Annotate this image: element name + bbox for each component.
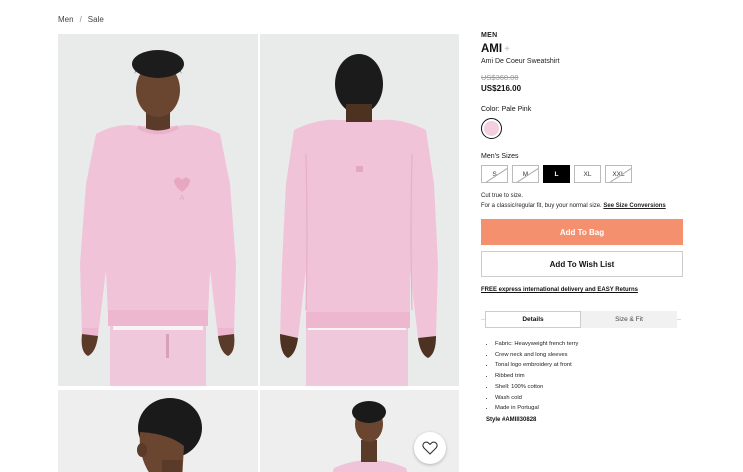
size-conversions-link[interactable]: See Size Conversions bbox=[603, 203, 665, 209]
tab-size-fit[interactable]: Size & Fit bbox=[581, 310, 677, 328]
product-category: MEN bbox=[481, 32, 498, 39]
product-brand[interactable]: AMI + bbox=[481, 43, 683, 55]
shipping-returns-link[interactable]: FREE express international delivery and … bbox=[481, 287, 683, 293]
brand-follow-plus[interactable]: + bbox=[504, 44, 510, 55]
product-tabs: Details Size & Fit bbox=[481, 310, 681, 328]
color-label: Color: Pale Pink bbox=[481, 106, 532, 113]
wishlist-heart-button[interactable] bbox=[414, 432, 446, 464]
list-item: Made in Portugal bbox=[495, 403, 683, 414]
sale-price: US$216.00 bbox=[481, 84, 522, 93]
size-option-xxl[interactable]: XXL bbox=[605, 165, 632, 183]
size-option-l[interactable]: L bbox=[543, 165, 570, 183]
product-image-side[interactable] bbox=[58, 390, 258, 472]
fit-note-line-1: Cut true to size. bbox=[481, 193, 524, 199]
details-list: Fabric: Heavyweight french terry Crew ne… bbox=[495, 339, 683, 414]
product-gallery: A bbox=[58, 34, 459, 472]
breadcrumb-sale[interactable]: Sale bbox=[88, 15, 104, 24]
svg-text:A: A bbox=[180, 195, 185, 202]
product-image-front[interactable]: A bbox=[58, 34, 258, 386]
add-to-bag-button[interactable]: Add To Bag bbox=[481, 219, 683, 245]
breadcrumb: Men / Sale bbox=[58, 15, 104, 24]
list-item: Crew neck and long sleeves bbox=[495, 350, 683, 361]
brand-name: AMI bbox=[481, 43, 503, 55]
color-swatch-fill bbox=[484, 121, 499, 136]
list-item: Fabric: Heavyweight french terry bbox=[495, 339, 683, 350]
sizes-label: Men's Sizes bbox=[481, 153, 519, 160]
list-item: Shell: 100% cotton bbox=[495, 382, 683, 393]
product-info-panel: MEN AMI + Ami De Coeur Sweatshirt US$360… bbox=[481, 32, 683, 423]
list-item: Ribbed trim bbox=[495, 371, 683, 382]
list-item: Wash cold bbox=[495, 393, 683, 404]
list-item: Tonal logo embroidery at front bbox=[495, 360, 683, 371]
product-name: Ami De Coeur Sweatshirt bbox=[481, 58, 560, 65]
size-option-xl[interactable]: XL bbox=[574, 165, 601, 183]
add-to-wishlist-button[interactable]: Add To Wish List bbox=[481, 251, 683, 277]
color-swatch-pale-pink[interactable] bbox=[481, 118, 502, 139]
size-option-s[interactable]: S bbox=[481, 165, 508, 183]
style-code: Style #AMIII30828 bbox=[486, 416, 537, 423]
fit-note: Cut true to size. For a classic/regular … bbox=[481, 191, 683, 211]
heart-outline-icon bbox=[422, 441, 438, 455]
size-option-m[interactable]: M bbox=[512, 165, 539, 183]
fit-note-line-2: For a classic/regular fit, buy your norm… bbox=[481, 203, 602, 209]
tab-details[interactable]: Details bbox=[485, 310, 581, 328]
original-price: US$360.00 bbox=[481, 73, 519, 82]
product-image-back[interactable] bbox=[260, 34, 459, 386]
breadcrumb-men[interactable]: Men bbox=[58, 15, 74, 24]
breadcrumb-separator: / bbox=[79, 15, 82, 24]
size-selector: S M L XL XXL bbox=[481, 165, 683, 183]
